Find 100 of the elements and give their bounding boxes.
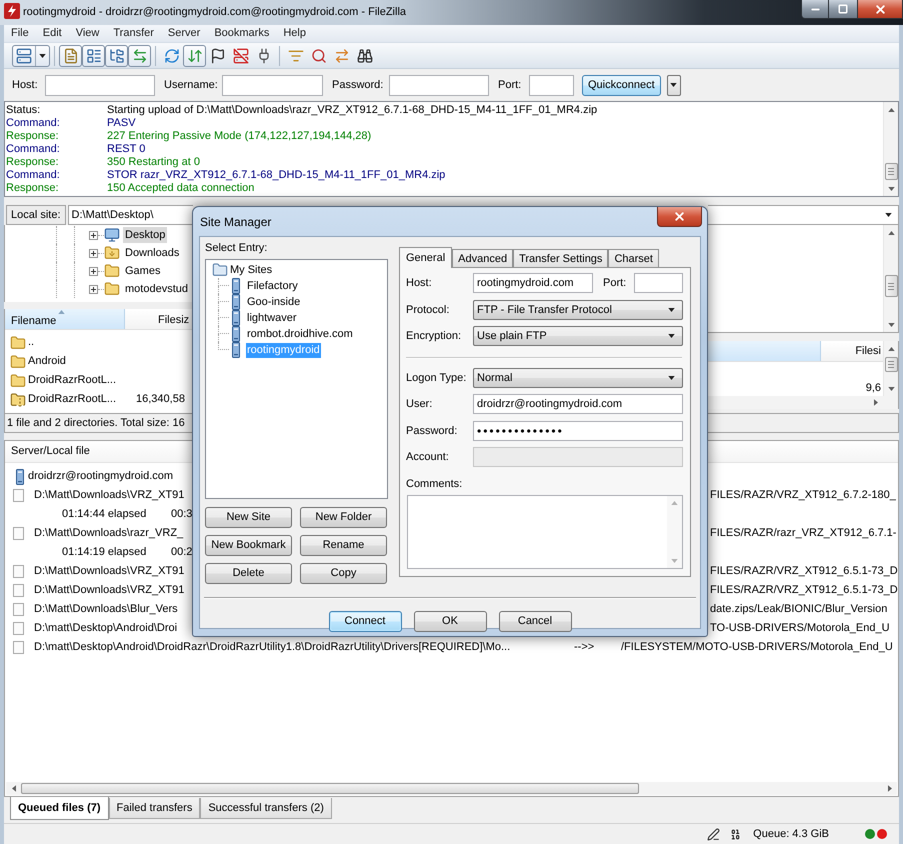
- local-file-path[interactable]: D:\Matt\Downloads\razr_VRZ_: [34, 525, 184, 542]
- queue-tab[interactable]: Successful transfers (2): [200, 798, 332, 819]
- folder-icon: [10, 334, 26, 350]
- scroll-left-icon: [12, 785, 16, 792]
- site-entry[interactable]: lightwaver: [246, 310, 298, 326]
- dialog-tab[interactable]: General: [399, 247, 452, 268]
- tree-item[interactable]: Games: [123, 263, 162, 279]
- column-header[interactable]: Server/Local file: [11, 443, 90, 460]
- scrollbar[interactable]: [6, 782, 897, 795]
- tree-item[interactable]: Desktop: [123, 227, 168, 243]
- dialog-button[interactable]: New Folder: [300, 507, 387, 528]
- select-entry-label: Select Entry:: [205, 241, 268, 256]
- server-icon: [16, 48, 32, 64]
- file-name[interactable]: ..: [28, 334, 34, 351]
- tree-root[interactable]: My Sites: [230, 262, 272, 278]
- dialog-button[interactable]: Rename: [300, 535, 387, 556]
- dialog-tab[interactable]: Transfer Settings: [513, 249, 608, 267]
- local-file-path[interactable]: D:\matt\Desktop\Android\Droi: [34, 620, 178, 637]
- user-field[interactable]: droidrzr@rootingmydroid.com: [473, 394, 683, 414]
- password-field[interactable]: [389, 74, 489, 96]
- log-label: Command:: [6, 117, 60, 129]
- logon-type-select[interactable]: Normal: [473, 368, 683, 388]
- menu-item[interactable]: Server: [160, 25, 208, 42]
- local-path-field[interactable]: D:\Matt\Desktop\: [68, 205, 193, 225]
- site-manager-button[interactable]: [12, 44, 50, 66]
- queue-tab[interactable]: Failed transfers: [108, 798, 200, 819]
- maximize-button[interactable]: [829, 0, 858, 19]
- port-field[interactable]: [529, 74, 574, 96]
- expand-icon[interactable]: [89, 248, 98, 258]
- tree-item[interactable]: motodevstud: [123, 281, 190, 297]
- expand-icon[interactable]: [89, 284, 98, 294]
- file-name[interactable]: DroidRazrRootL...: [28, 372, 116, 389]
- queue-tab[interactable]: Queued files (7): [10, 797, 109, 820]
- dialog-tab[interactable]: Advanced: [452, 249, 514, 267]
- menu-item[interactable]: File: [4, 25, 36, 42]
- queue-size: Queue: 4.3 GiB: [753, 826, 829, 842]
- local-file-path[interactable]: D:\Matt\Downloads\Blur_Vers: [34, 601, 178, 618]
- sort-arrow-icon: [58, 310, 65, 314]
- flag-icon: [210, 48, 226, 64]
- dialog-button[interactable]: Delete: [205, 563, 292, 584]
- close-button[interactable]: [858, 0, 903, 19]
- scroll-thumb[interactable]: [884, 163, 898, 180]
- scroll-thumb[interactable]: [21, 783, 639, 794]
- scroll-thumb[interactable]: [884, 275, 898, 297]
- remote-file-path: FILES/RAZR/razr_VRZ_XT912_6.7.1-: [710, 527, 896, 540]
- field-label: Password:: [406, 424, 458, 437]
- remote-path-field[interactable]: [708, 205, 899, 225]
- username-field[interactable]: [222, 74, 323, 96]
- local-file-path[interactable]: D:\Matt\Downloads\VRZ_XT91: [34, 582, 184, 599]
- elapsed-time: 01:14:19 elapsed: [62, 546, 146, 558]
- site-entry[interactable]: Filefactory: [246, 278, 299, 294]
- tree-item[interactable]: Downloads: [123, 245, 182, 261]
- toolbar-button[interactable]: [82, 44, 105, 66]
- filter-icon: [288, 48, 304, 64]
- dialog-button[interactable]: Connect: [328, 611, 402, 632]
- folder-icon: [104, 263, 120, 279]
- log-message: PASV: [107, 117, 136, 130]
- close-button[interactable]: [657, 207, 702, 227]
- encryption-select[interactable]: Use plain FTP: [473, 326, 683, 346]
- server-name[interactable]: droidrzr@rootingmydroid.com: [28, 468, 174, 485]
- password-field[interactable]: ••••••••••••••: [473, 421, 683, 441]
- comments-field[interactable]: [407, 495, 683, 569]
- site-entry[interactable]: rombot.droidhive.com: [246, 326, 354, 342]
- local-file-path[interactable]: D:\Matt\Downloads\VRZ_XT91: [34, 487, 184, 504]
- maximize-icon: [838, 4, 848, 14]
- menu-item[interactable]: Bookmarks: [207, 25, 276, 42]
- menu-item[interactable]: Transfer: [106, 25, 161, 42]
- dialog-button[interactable]: Cancel: [498, 611, 572, 632]
- file-name[interactable]: DroidRazrRootL...: [28, 391, 116, 408]
- host-field[interactable]: [45, 74, 155, 96]
- expand-icon[interactable]: [89, 230, 98, 240]
- dialog-button[interactable]: New Site: [205, 507, 292, 528]
- port-field[interactable]: [634, 273, 683, 293]
- host-field[interactable]: rootingmydroid.com: [473, 273, 593, 293]
- server-icon: [231, 278, 241, 294]
- folder-icon: [104, 281, 120, 297]
- dropdown-button[interactable]: [666, 74, 681, 96]
- column-header[interactable]: Filename: [5, 309, 125, 329]
- remote-file-path: TO-USB-DRIVERS/Motorola_End_U: [710, 622, 890, 634]
- local-file-path[interactable]: D:\matt\Desktop\Android\DroidRazr\DroidRazrUtility1.8\DroidRazrUtility\Drivers[REQUIRED]\Mo...: [34, 639, 510, 656]
- dialog-button[interactable]: Copy: [300, 563, 387, 584]
- protocol-select[interactable]: FTP - File Transfer Protocol: [473, 300, 683, 320]
- local-file-path[interactable]: D:\Matt\Downloads\VRZ_XT91: [34, 563, 184, 580]
- dialog-button[interactable]: New Bookmark: [205, 535, 292, 556]
- log-message: 150 Accepted data connection: [107, 182, 254, 195]
- toolbar-button[interactable]: [105, 44, 128, 66]
- dialog-button[interactable]: OK: [414, 611, 486, 632]
- quickconnect-button[interactable]: Quickconnect: [582, 74, 661, 96]
- menu-item[interactable]: Help: [276, 25, 313, 42]
- expand-icon[interactable]: [89, 266, 98, 276]
- dialog-tab[interactable]: Charset: [608, 249, 659, 267]
- menu-item[interactable]: Edit: [36, 25, 69, 42]
- file-name[interactable]: Android: [28, 353, 66, 370]
- arrows-icon: [334, 48, 350, 64]
- minimize-button[interactable]: [801, 0, 829, 19]
- site-entry[interactable]: Goo-inside: [246, 294, 302, 310]
- elapsed-time: 01:14:44 elapsed: [62, 508, 146, 520]
- scroll-thumb[interactable]: [884, 357, 898, 372]
- menu-item[interactable]: View: [68, 25, 106, 42]
- file-icon: [13, 527, 24, 540]
